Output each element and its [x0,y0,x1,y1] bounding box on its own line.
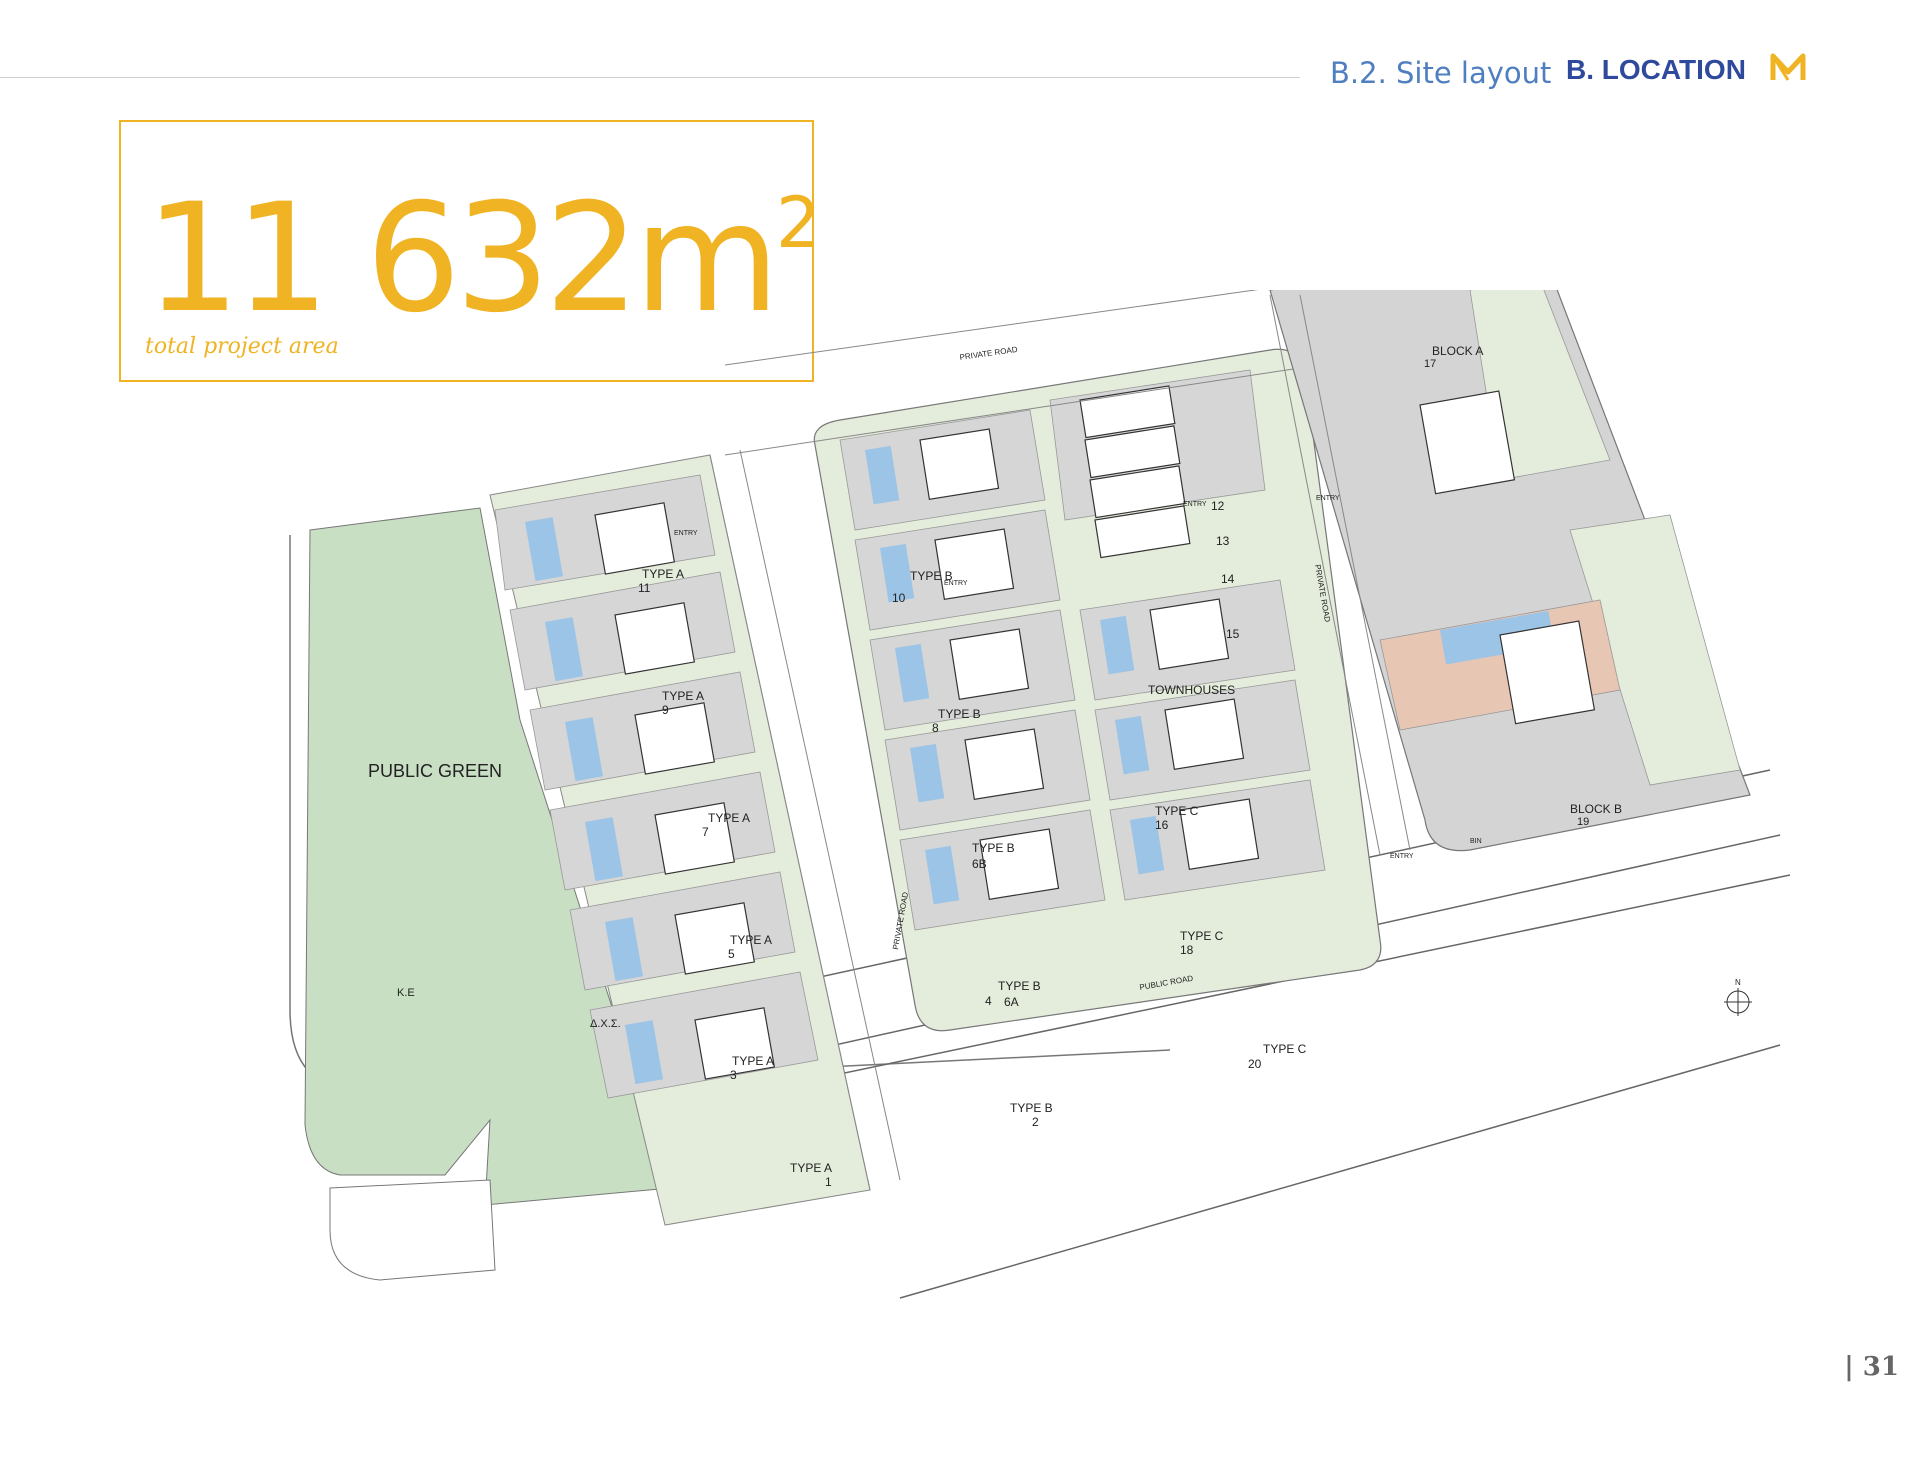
bin-label: BIN [1470,838,1482,845]
unit-number-label: 2 [1032,1115,1039,1129]
unit-type-label: TYPE B [972,841,1015,855]
site-plan: PUBLIC GREEN K.E Δ.Χ.Σ. PRIVATE ROAD PRI… [289,290,1791,1299]
townhouse-number: 14 [1221,572,1235,586]
north-arrow-icon [1724,988,1752,1016]
header-rule [0,77,1300,78]
townhouse-number: 12 [1211,499,1225,513]
unit-number-label: 4 [985,994,992,1008]
unit-number-label: 10 [892,591,906,605]
unit-number-label: 5 [728,947,735,961]
ke-plot [329,1179,496,1281]
unit-type-label: TYPE B [1010,1101,1053,1115]
unit-number-label: 20 [1248,1057,1262,1071]
unit-type-label: TYPE A [708,811,750,825]
private-road-top-label: PRIVATE ROAD [959,345,1018,362]
unit-number-label: 1 [825,1175,832,1189]
unit-number-label: 18 [1180,943,1194,957]
unit-number-label: 6A [1004,995,1019,1009]
section-title: B. LOCATION [1566,54,1746,85]
unit-type-label: TYPE A [790,1161,832,1175]
townhouse-number: 15 [1226,627,1240,641]
block-a-label: BLOCK A [1432,344,1483,358]
unit-number-label: 11 [638,581,651,595]
area-exponent: 2 [775,182,820,264]
unit-type-label: TYPE B [938,707,981,721]
entry-label: ENTRY [1316,495,1340,502]
unit-number-label: 7 [702,825,709,839]
north-label: N [1735,978,1741,987]
ke-label: K.E [397,987,415,999]
unit-type-label: TYPE C [1180,929,1224,943]
entry-label: ENTRY [1183,501,1207,508]
section-subtitle: B.2. Site layout [1330,56,1552,90]
block-b-label: BLOCK B [1570,802,1622,816]
block-a-number: 17 [1424,358,1436,370]
page-number: | 31 [1844,1352,1899,1382]
unit-type-label: TYPE A [642,567,684,581]
unit-number-label: 9 [662,703,669,717]
unit-number-label: 6B [972,857,987,871]
unit-type-label: TYPE A [730,933,772,947]
unit-type-label: TYPE C [1263,1042,1307,1056]
dxs-label: Δ.Χ.Σ. [590,1018,621,1030]
m-logo-icon [1770,53,1806,81]
unit-type-label: TYPE A [732,1054,774,1068]
entry-label: ENTRY [944,580,968,587]
block-b-number: 19 [1577,816,1589,828]
unit-number-label: 3 [730,1068,737,1082]
unit-number-label: 16 [1155,818,1169,832]
townhouses-label: TOWNHOUSES [1148,683,1235,697]
entry-label: ENTRY [1390,853,1414,860]
entry-label: ENTRY [674,530,698,537]
unit-type-label: TYPE C [1155,804,1199,818]
unit-type-label: TYPE A [662,689,704,703]
townhouse-number: 13 [1216,534,1230,548]
unit-type-label: TYPE B [998,979,1041,993]
public-green-label: PUBLIC GREEN [368,761,502,781]
unit-number-label: 8 [932,721,939,735]
